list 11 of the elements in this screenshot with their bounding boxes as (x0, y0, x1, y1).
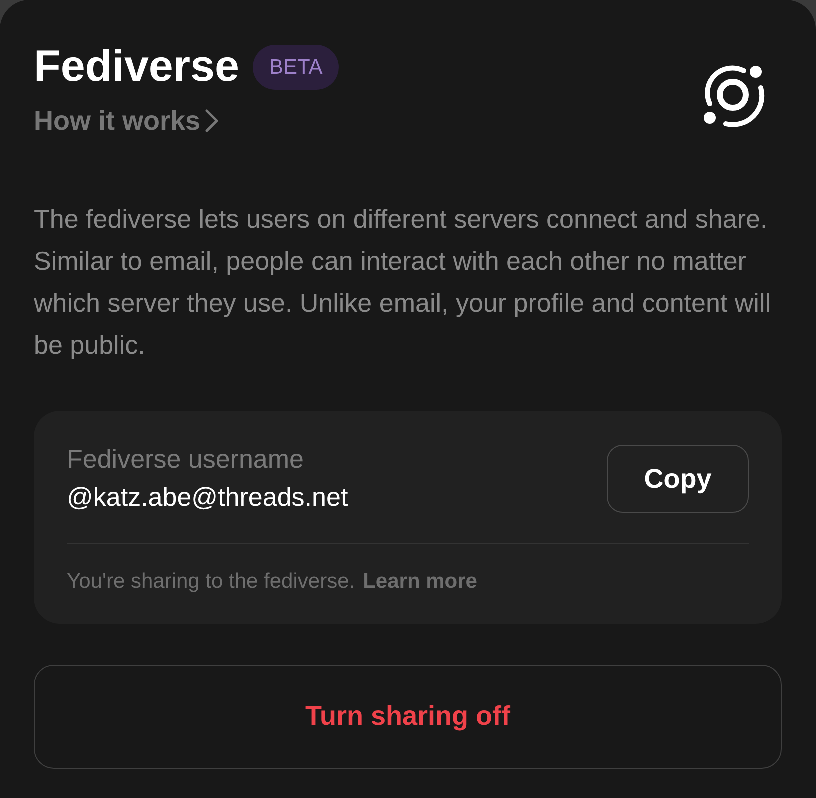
how-it-works-link[interactable]: How it works (34, 104, 339, 138)
description-text: The fediverse lets users on different servers connect and share. Similar to email, people can interact with each other no matter which server they use. Unlike email, your profile and content will be public. (34, 203, 772, 362)
sharing-note: You're sharing to the fediverse. (67, 569, 356, 595)
username-value: @katz.abe@threads.net (67, 481, 348, 514)
beta-badge: BETA (253, 44, 339, 90)
learn-more-link[interactable]: Learn more (363, 566, 478, 598)
chevron-right-icon (204, 109, 219, 133)
copy-button[interactable]: Copy (607, 445, 749, 513)
page-title: Fediverse (34, 41, 240, 93)
turn-sharing-off-button[interactable]: Turn sharing off (34, 664, 782, 768)
username-label: Fediverse username (67, 443, 305, 476)
